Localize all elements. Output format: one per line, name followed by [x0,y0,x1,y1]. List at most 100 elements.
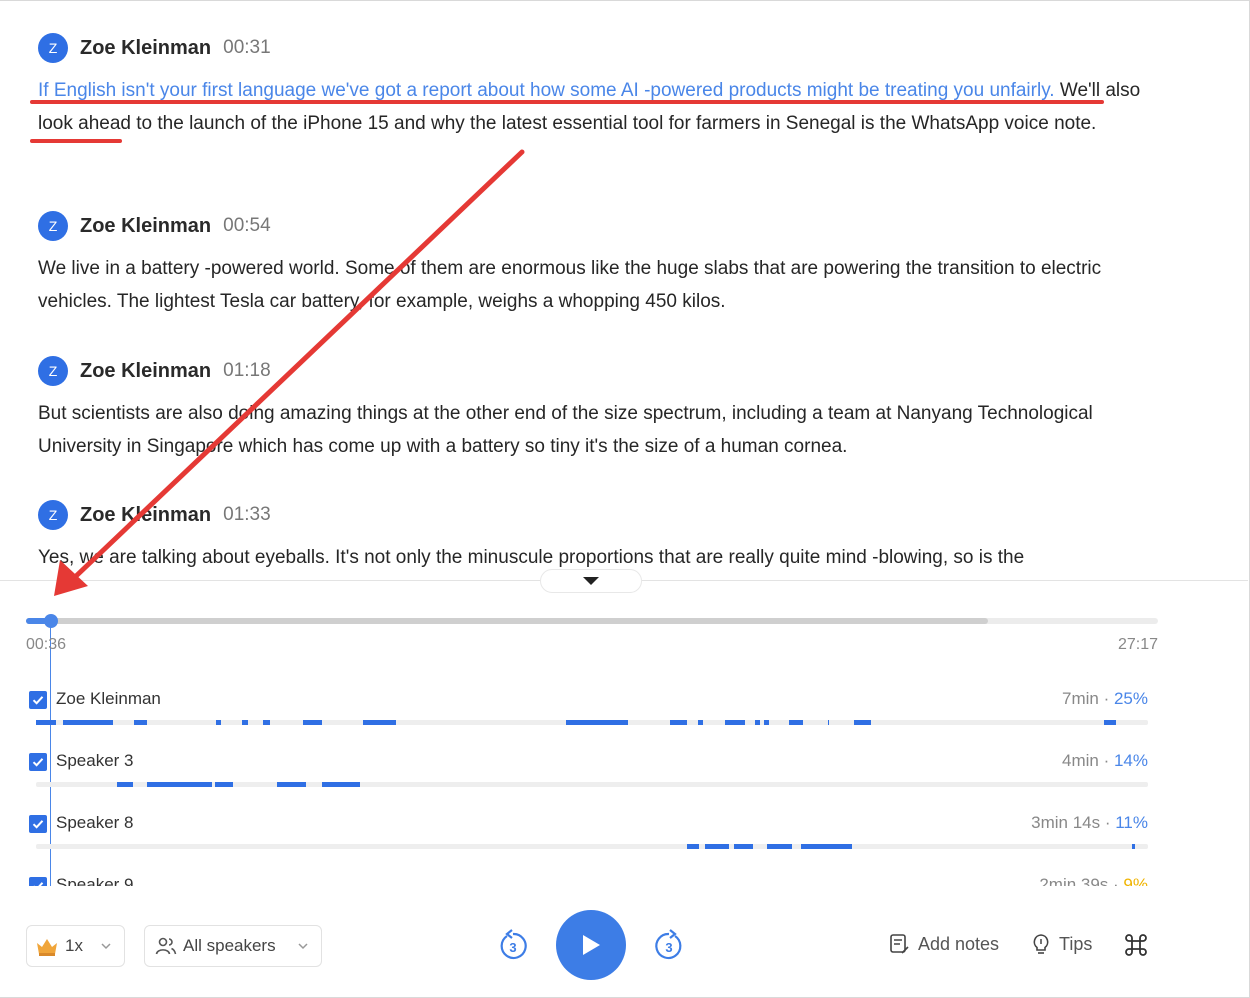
chevron-down-icon [298,943,308,950]
speaker-row-stat: 2min 39s · 9% [1039,875,1148,886]
speech-segment[interactable] [764,720,769,725]
total-duration: 27:17 [1117,636,1158,653]
speaker-name[interactable]: Zoe Kleinman [80,215,211,238]
transcript-text[interactable]: We live in a battery -powered world. Som… [38,252,1148,318]
current-time: 00:36 [26,636,67,653]
play-button[interactable] [556,910,626,980]
speaker-avatar: Z [38,356,68,386]
speaker-row-name: Zoe Kleinman [56,689,161,708]
notes-icon [890,934,909,954]
speech-segment[interactable] [788,720,804,725]
speaker-filter-select[interactable]: All speakers [144,925,322,967]
add-notes-label: Add notes [918,933,1000,954]
check-icon [32,758,44,767]
speed-value: 1x [65,936,83,955]
transcript-paragraph: Z Zoe Kleinman 00:54 We live in a batter… [38,211,1148,318]
timestamp[interactable]: 01:18 [223,360,271,382]
speaker-name[interactable]: Zoe Kleinman [80,360,211,383]
buffer-bar [26,618,989,624]
tips-button[interactable]: Tips [1031,933,1092,955]
transcript-text[interactable]: If English isn't your first language we'… [38,74,1148,140]
transcript-panel[interactable]: Z Zoe Kleinman 00:31 If English isn't yo… [0,0,1248,580]
speaker-filter-value: All speakers [183,936,276,955]
speech-segment[interactable] [725,720,746,725]
speaker-timeline-list[interactable]: Zoe Kleinman 7min · 25% Speaker 3 4min ·… [0,680,1248,886]
speech-segment[interactable] [302,720,322,725]
chevron-down-icon [101,943,111,950]
speech-segment[interactable] [117,782,133,787]
play-icon [583,935,600,955]
forward-3-icon[interactable]: 3 [653,929,685,963]
speaker-avatar: Z [38,33,68,63]
speech-segment[interactable] [854,720,872,725]
speech-segment[interactable] [133,720,148,725]
timestamp[interactable]: 00:54 [223,215,271,237]
speech-segment[interactable] [262,720,270,725]
speech-segment[interactable] [362,720,397,725]
speaker-row-stat: 3min 14s · 11% [1031,813,1148,832]
speaker-row: Speaker 9 2min 39s · 9% [0,866,1248,886]
speech-segment[interactable] [801,844,853,849]
speaker-lane[interactable] [36,844,1148,849]
command-icon[interactable] [1124,933,1148,957]
transcript-paragraph: Z Zoe Kleinman 01:18 But scientists are … [38,356,1148,463]
speech-segment[interactable] [827,720,830,725]
speech-segment[interactable] [62,720,113,725]
highlighted-text[interactable]: If English isn't your first language we'… [38,80,1055,101]
progress-track[interactable] [26,618,1158,624]
collapse-toggle[interactable] [540,569,642,593]
crown-icon [37,939,57,956]
lightbulb-icon [1033,934,1049,954]
speaker-lane[interactable] [36,782,1148,787]
speaker-row: Speaker 3 4min · 14% [0,742,1248,804]
speaker-name[interactable]: Zoe Kleinman [80,504,211,527]
transcript-paragraph: Z Zoe Kleinman 01:33 Yes, we are talking… [38,500,1148,574]
speech-segment[interactable] [686,844,699,849]
speech-segment[interactable] [36,720,57,725]
speaker-lane[interactable] [36,720,1148,725]
speech-segment[interactable] [669,720,687,725]
speaker-checkbox[interactable] [29,815,47,833]
speech-segment[interactable] [705,844,729,849]
check-icon [32,696,44,705]
tips-label: Tips [1059,933,1093,954]
speaker-checkbox[interactable] [29,753,47,771]
speech-segment[interactable] [216,720,221,725]
playback-speed-select[interactable]: 1x [26,925,125,967]
speech-segment[interactable] [1103,720,1116,725]
add-notes-button[interactable]: Add notes [888,933,999,955]
transcript-text[interactable]: But scientists are also doing amazing th… [38,397,1148,463]
speech-segment[interactable] [277,782,307,787]
speech-segment[interactable] [215,782,233,787]
speech-segment[interactable] [566,720,628,725]
check-icon [33,882,44,886]
speaker-checkbox[interactable] [29,691,47,709]
playhead-handle[interactable] [44,614,58,628]
speech-segment[interactable] [241,720,249,725]
speaker-checkbox[interactable] [29,877,47,886]
transcript-paragraph: Z Zoe Kleinman 00:31 If English isn't yo… [38,33,1148,140]
speaker-avatar: Z [38,500,68,530]
speaker-row-stat: 4min · 14% [1062,751,1148,770]
timestamp[interactable]: 00:31 [223,37,271,59]
speech-segment[interactable] [697,720,704,725]
speech-segment[interactable] [755,720,760,725]
rewind-3-icon[interactable]: 3 [497,929,529,963]
timestamp[interactable]: 01:33 [223,504,271,526]
speech-segment[interactable] [321,782,360,787]
speaker-avatar: Z [38,211,68,241]
speaker-row-name: Speaker 8 [56,813,134,832]
check-icon [32,820,44,829]
speech-segment[interactable] [766,844,793,849]
svg-text:3: 3 [509,940,516,955]
speaker-row-name: Speaker 3 [56,751,134,770]
speech-segment[interactable] [1132,844,1135,849]
speech-segment[interactable] [147,782,212,787]
speaker-name[interactable]: Zoe Kleinman [80,37,211,60]
people-icon [155,937,177,955]
speaker-row: Zoe Kleinman 7min · 25% [0,680,1248,742]
speech-segment[interactable] [734,844,754,849]
caret-down-icon [583,577,599,585]
speaker-row: Speaker 8 3min 14s · 11% [0,804,1248,866]
speaker-row-stat: 7min · 25% [1062,689,1148,708]
